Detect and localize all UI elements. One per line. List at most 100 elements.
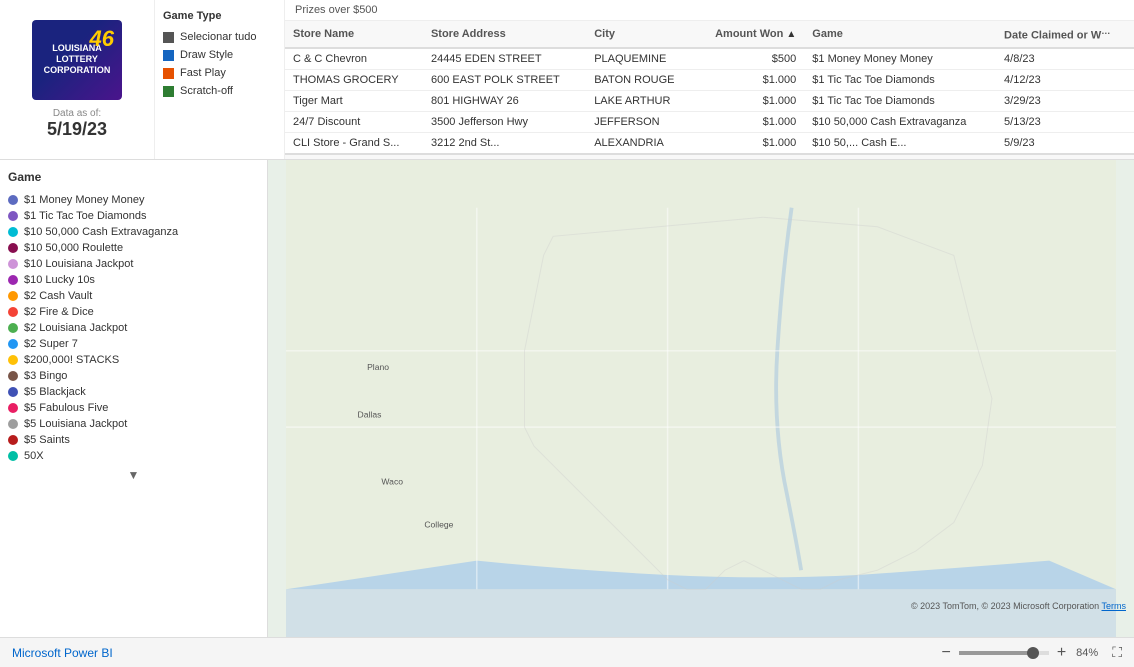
legend-item[interactable]: $1 Tic Tac Toe Diamonds	[8, 208, 259, 224]
cell-store: C & C Chevron	[285, 48, 423, 70]
col-amount[interactable]: Amount Won ▲	[695, 21, 805, 48]
filter-label-scratchoff: Scratch-off	[180, 85, 233, 97]
cell-store: CLI Store - Grand S...	[285, 132, 423, 154]
cell-address: 3212 2nd St...	[423, 132, 586, 154]
legend-dot	[8, 355, 18, 365]
legend-item[interactable]: $1 Money Money Money	[8, 192, 259, 208]
legend-item[interactable]: $10 50,000 Cash Extravaganza	[8, 224, 259, 240]
legend-item[interactable]: $10 Louisiana Jackpot	[8, 256, 259, 272]
legend-dot	[8, 387, 18, 397]
terms-link[interactable]: Terms	[1102, 601, 1127, 611]
fullscreen-icon[interactable]: ⛶	[1112, 644, 1122, 661]
filter-item-draw[interactable]: Draw Style	[163, 46, 276, 64]
legend-dot	[8, 307, 18, 317]
legend-dot	[8, 339, 18, 349]
legend-label: $1 Money Money Money	[24, 194, 144, 206]
legend-dot	[8, 243, 18, 253]
legend-item[interactable]: $5 Louisiana Jackpot	[8, 416, 259, 432]
logo-box: 46 LOUISIANALOTTERYCORPORATION	[32, 20, 122, 100]
legend-label: $10 50,000 Roulette	[24, 242, 123, 254]
legend-label: $2 Cash Vault	[24, 290, 92, 302]
cell-store: 24/7 Discount	[285, 111, 423, 132]
legend-item[interactable]: $10 50,000 Roulette	[8, 240, 259, 256]
zoom-thumb[interactable]	[1027, 647, 1039, 659]
legend-item[interactable]: $3 Bingo	[8, 368, 259, 384]
legend-item[interactable]: $200,000! STACKS	[8, 352, 259, 368]
col-game[interactable]: Game	[804, 21, 996, 48]
legend-dot	[8, 195, 18, 205]
legend-item[interactable]: $5 Saints	[8, 432, 259, 448]
table-row: 24/7 Discount 3500 Jefferson Hwy JEFFERS…	[285, 111, 1134, 132]
legend-dot	[8, 419, 18, 429]
table-row: C & C Chevron 24445 EDEN STREET PLAQUEMI…	[285, 48, 1134, 70]
legend-title: Game	[8, 170, 259, 184]
legend-dot	[8, 291, 18, 301]
svg-text:Waco: Waco	[381, 476, 403, 486]
legend-item[interactable]: $2 Cash Vault	[8, 288, 259, 304]
cell-address: 3500 Jefferson Hwy	[423, 111, 586, 132]
prizes-table: Store Name Store Address City Amount Won…	[285, 21, 1134, 159]
legend-dot	[8, 323, 18, 333]
cell-address: 24445 EDEN STREET	[423, 48, 586, 70]
col-date[interactable]: Date Claimed or W…	[996, 21, 1134, 48]
col-address[interactable]: Store Address	[423, 21, 586, 48]
legend-item[interactable]: $2 Fire & Dice	[8, 304, 259, 320]
cell-amount: $1.000	[695, 132, 805, 154]
filter-checkbox-scratchoff	[163, 86, 174, 97]
zoom-minus-button[interactable]: −	[941, 644, 950, 662]
cell-amount: $500	[695, 48, 805, 70]
table-area: Prizes over $500 Store Name Store Addres…	[285, 0, 1134, 159]
map-area[interactable]: Plano Dallas Waco CollegeStation Conroe …	[268, 160, 1134, 637]
cell-date: 5/9/23	[996, 132, 1134, 154]
filter-title: Game Type	[163, 10, 276, 22]
table-row: Tiger Mart 801 HIGHWAY 26 LAKE ARTHUR $1…	[285, 90, 1134, 111]
cell-amount: $1.000	[695, 69, 805, 90]
cell-game: $10 50,... Cash E...	[804, 132, 996, 154]
cell-game: $10 50,000 Cash Extravaganza	[804, 111, 996, 132]
legend-scroll-button[interactable]: ▼	[8, 468, 259, 482]
legend-item[interactable]: $2 Louisiana Jackpot	[8, 320, 259, 336]
zoom-plus-button[interactable]: +	[1057, 644, 1066, 662]
legend-label: $2 Fire & Dice	[24, 306, 94, 318]
legend-label: $2 Louisiana Jackpot	[24, 322, 127, 334]
svg-text:Dallas: Dallas	[358, 410, 382, 420]
col-store[interactable]: Store Name	[285, 21, 423, 48]
legend-label: $10 Lucky 10s	[24, 274, 95, 286]
filter-label-draw: Draw Style	[180, 49, 233, 61]
legend-label: $5 Fabulous Five	[24, 402, 108, 414]
filter-checkbox-fastplay	[163, 68, 174, 79]
legend-item[interactable]: $5 Fabulous Five	[8, 400, 259, 416]
filter-item-fastplay[interactable]: Fast Play	[163, 64, 276, 82]
map-svg: Plano Dallas Waco College	[268, 160, 1134, 637]
cell-date: 4/12/23	[996, 69, 1134, 90]
col-city[interactable]: City	[586, 21, 695, 48]
legend-label: $5 Blackjack	[24, 386, 86, 398]
legend-item[interactable]: $2 Super 7	[8, 336, 259, 352]
powerbi-link[interactable]: Microsoft Power BI	[12, 646, 113, 660]
zoom-slider[interactable]	[959, 651, 1049, 655]
prize-filter-label: Prizes over $500	[285, 0, 1134, 21]
bottom-bar: Microsoft Power BI − + 84% ⛶	[0, 637, 1134, 667]
legend-item[interactable]: $10 Lucky 10s	[8, 272, 259, 288]
filter-item-scratchoff[interactable]: Scratch-off	[163, 82, 276, 100]
filter-item-all[interactable]: Selecionar tudo	[163, 28, 276, 46]
total-row: Total $15.234.805	[285, 154, 1134, 159]
data-as-of-label: Data as of:	[53, 108, 101, 119]
legend-label: $3 Bingo	[24, 370, 67, 382]
legend-item[interactable]: 50X	[8, 448, 259, 464]
legend-label: $5 Saints	[24, 434, 70, 446]
logo-number: 46	[90, 26, 114, 52]
zoom-percent: 84%	[1076, 647, 1098, 659]
legend-area: Game $1 Money Money Money $1 Tic Tac Toe…	[0, 160, 268, 637]
legend-dot	[8, 435, 18, 445]
cell-amount: $1.000	[695, 90, 805, 111]
cell-date: 5/13/23	[996, 111, 1134, 132]
legend-item[interactable]: $5 Blackjack	[8, 384, 259, 400]
cell-store: Tiger Mart	[285, 90, 423, 111]
cell-address: 801 HIGHWAY 26	[423, 90, 586, 111]
cell-amount: $1.000	[695, 111, 805, 132]
cell-game: $1 Money Money Money	[804, 48, 996, 70]
legend-dot	[8, 227, 18, 237]
logo-area: 46 LOUISIANALOTTERYCORPORATION Data as o…	[0, 0, 155, 159]
cell-game: $1 Tic Tac Toe Diamonds	[804, 69, 996, 90]
